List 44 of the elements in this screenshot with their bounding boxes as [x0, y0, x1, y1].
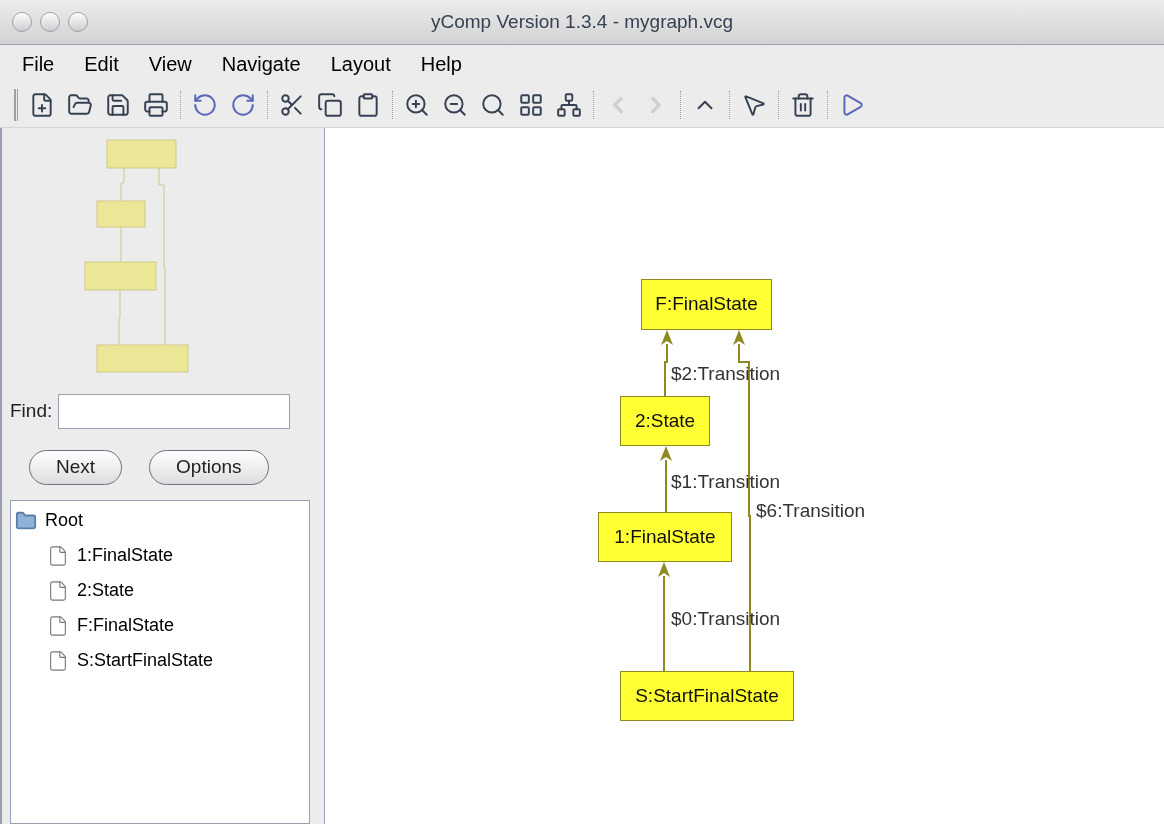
grid-icon	[518, 92, 544, 118]
pointer-icon	[741, 92, 767, 118]
folder-icon	[67, 92, 93, 118]
new-file-icon	[29, 92, 55, 118]
menu-item[interactable]: Layout	[330, 49, 391, 79]
tree-item[interactable]: 2:State	[77, 577, 135, 604]
file-icon	[47, 544, 69, 567]
menu-item[interactable]: Help	[420, 49, 462, 79]
save-icon	[105, 92, 131, 118]
panel-button[interactable]: Next	[29, 450, 123, 485]
scissors-icon	[279, 92, 305, 118]
clipboard-icon	[355, 92, 381, 118]
edge-arrow	[660, 446, 672, 513]
file-icon	[47, 614, 69, 637]
find-field[interactable]	[58, 394, 291, 429]
edge-label: $6:Transition	[756, 499, 866, 523]
edge-arrow	[661, 330, 673, 397]
menu-item[interactable]: Edit	[84, 49, 119, 79]
menu-item[interactable]: Navigate	[221, 49, 301, 79]
magnifier-icon	[480, 92, 506, 118]
copy-icon	[317, 92, 343, 118]
panel-button[interactable]: Options	[149, 450, 269, 485]
graph-node[interactable]: 1:FinalState	[598, 512, 732, 562]
tree-item[interactable]: F:FinalState	[77, 612, 175, 639]
menu-item[interactable]: View	[148, 49, 192, 79]
printer-icon	[143, 92, 169, 118]
graph-node[interactable]: S:StartFinalState	[620, 671, 794, 721]
find-label: Find:	[10, 399, 53, 424]
hierarchy-icon	[556, 92, 582, 118]
menu-item[interactable]: File	[22, 49, 55, 79]
zoom-in-icon	[404, 92, 430, 118]
undo-icon	[192, 92, 218, 118]
tree-item[interactable]: Root	[11, 507, 309, 534]
window-title: yComp Version 1.3.4 - mygraph.vcg	[431, 9, 733, 34]
tree-item[interactable]: 1:FinalState	[77, 542, 174, 569]
tree-item[interactable]: S:StartFinalState	[77, 647, 214, 674]
zoom-out-icon	[442, 92, 468, 118]
file-icon	[47, 649, 69, 672]
graph-node[interactable]: F:FinalState	[641, 279, 772, 330]
trash-icon	[790, 92, 816, 118]
folder-icon	[15, 509, 37, 532]
file-icon	[47, 579, 69, 602]
redo-icon	[230, 92, 256, 118]
graph-node[interactable]: 2:State	[620, 396, 710, 446]
